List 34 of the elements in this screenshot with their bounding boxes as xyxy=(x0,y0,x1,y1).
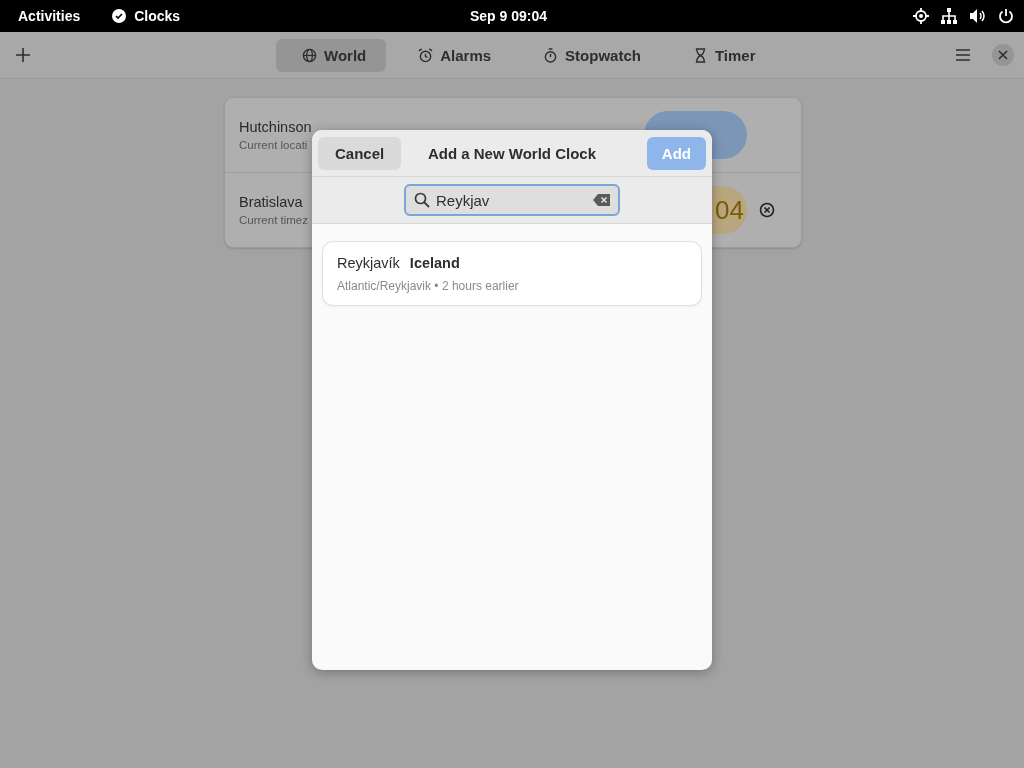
power-icon[interactable] xyxy=(998,8,1014,24)
clear-icon[interactable] xyxy=(593,194,610,206)
view-tab[interactable]: World xyxy=(276,38,387,72)
add-icon xyxy=(15,47,31,63)
volume-icon[interactable] xyxy=(969,8,986,24)
view-tab[interactable]: Alarms xyxy=(392,38,512,72)
close-icon xyxy=(998,50,1008,60)
dialog-title: Add a New World Clock xyxy=(426,144,598,162)
app-menu-label[interactable]: Clocks xyxy=(134,8,181,24)
clock-datetime[interactable]: Sep 9 09:04 xyxy=(470,8,548,24)
city-name: Hutchinson xyxy=(239,119,312,135)
result-detail: Atlantic/Reykjavik • 2 hours earlier xyxy=(337,279,520,293)
view-tab[interactable]: Timer xyxy=(666,38,776,72)
city-name: Bratislava xyxy=(239,194,303,210)
result-country: Iceland xyxy=(409,255,460,271)
menu-icon xyxy=(955,48,971,62)
search-field[interactable]: Reykjav xyxy=(404,184,620,216)
activities-button[interactable]: Activities xyxy=(18,8,81,24)
close-button[interactable] xyxy=(992,44,1014,66)
result-city: Reykjavík xyxy=(337,255,400,271)
view-tab[interactable]: Stopwatch xyxy=(517,38,661,72)
city-subtitle: Current timez xyxy=(239,214,309,226)
remove-icon[interactable] xyxy=(759,202,775,218)
city-subtitle: Current locati xyxy=(239,139,308,151)
alarm-clock-icon xyxy=(418,47,434,63)
location-icon[interactable] xyxy=(913,8,929,24)
network-icon[interactable] xyxy=(941,8,957,24)
clock-icon xyxy=(112,9,127,23)
search-icon xyxy=(414,192,430,208)
globe-icon xyxy=(302,47,317,63)
cancel-button[interactable]: Cancel xyxy=(318,136,402,170)
result-row[interactable]: Reykjavík Iceland Atlantic/Reykjavik • 2 hours earlier xyxy=(323,242,701,305)
search-input[interactable]: Reykjav xyxy=(436,191,587,209)
stopwatch-icon xyxy=(543,47,559,63)
